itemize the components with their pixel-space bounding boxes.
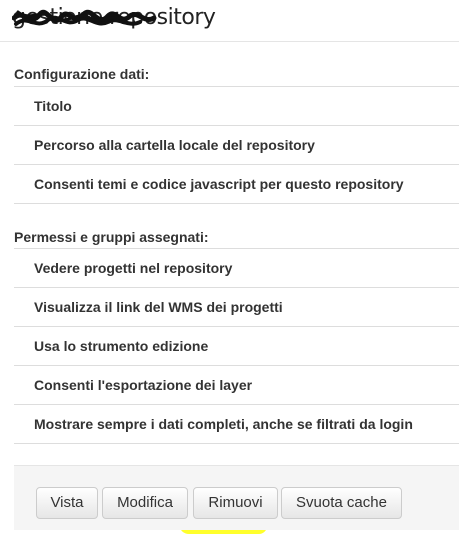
list-item: Usa lo strumento edizione [14, 327, 459, 366]
clear-cache-button[interactable]: Svuota cache [281, 487, 402, 519]
list-item: Mostrare sempre i dati completi, anche s… [14, 405, 459, 444]
permissions-list: Vedere progetti nel repository Visualizz… [14, 248, 459, 444]
list-item: Consenti temi e codice javascript per qu… [14, 165, 459, 204]
page-header: gestione repository [0, 0, 459, 42]
list-item: Percorso alla cartella locale del reposi… [14, 126, 459, 165]
edit-button[interactable]: Modifica [102, 487, 188, 519]
list-item: Consenti l'esportazione dei layer [14, 366, 459, 405]
section-heading-config: Configurazione dati: [14, 66, 150, 82]
section-heading-permissions: Permessi e gruppi assegnati: [14, 229, 209, 245]
list-item: Titolo [14, 87, 459, 126]
remove-button[interactable]: Rimuovi [193, 487, 278, 519]
list-item: Visualizza il link del WMS dei progetti [14, 288, 459, 327]
redaction-scribble [12, 9, 157, 26]
form-actions: Vista Modifica Rimuovi Svuota cache [14, 465, 459, 530]
config-list: Titolo Percorso alla cartella locale del… [14, 86, 459, 204]
view-button[interactable]: Vista [36, 487, 98, 519]
list-item: Vedere progetti nel repository [14, 249, 459, 288]
